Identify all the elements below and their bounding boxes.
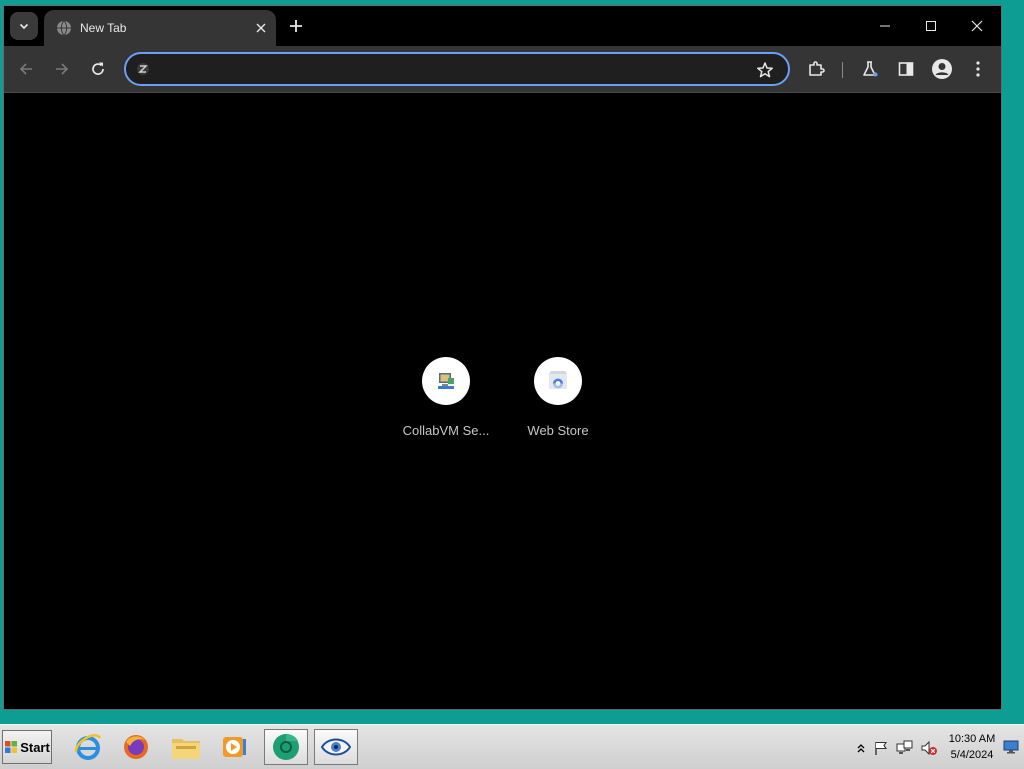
bookmark-button[interactable] (754, 59, 776, 81)
collabvm-icon (438, 373, 454, 389)
eye-icon (320, 738, 352, 756)
show-hidden-icons-button[interactable] (852, 739, 870, 757)
desktop: New Tab CollabVM Se... Web Store Start 1… (0, 0, 1024, 769)
maximize-button[interactable] (908, 6, 954, 46)
site-info-icon (137, 63, 149, 75)
action-center-button[interactable] (872, 739, 890, 757)
globe-icon (57, 20, 71, 36)
shortcut-icon-tile (422, 357, 470, 405)
media-player-icon (223, 737, 246, 757)
flag-icon (875, 741, 888, 755)
volume-button[interactable] (920, 739, 938, 757)
puzzle-icon (809, 61, 825, 76)
chevron-up-icon (857, 744, 865, 753)
shortcut-collabvm[interactable]: CollabVM Se... (390, 357, 502, 447)
taskbar-app-chrome[interactable] (264, 729, 308, 765)
side-panel-button[interactable] (892, 55, 920, 83)
minimize-icon (880, 25, 890, 27)
shortcut-icon-tile (534, 357, 582, 405)
reload-icon (92, 62, 104, 75)
star-icon (757, 62, 773, 78)
forward-button[interactable] (48, 55, 76, 83)
shortcut-web-store[interactable]: Web Store (502, 357, 614, 447)
file-explorer-icon (172, 739, 200, 759)
network-icon (896, 740, 913, 754)
browser-toolbar (4, 46, 1001, 93)
shortcut-label: CollabVM Se... (402, 423, 490, 438)
more-vert-icon (976, 61, 980, 77)
show-desktop-button[interactable] (1002, 739, 1020, 755)
webstore-icon (549, 371, 567, 389)
chrome-icon (273, 733, 299, 760)
address-input[interactable] (160, 59, 724, 81)
monitor-icon (1003, 740, 1019, 754)
minimize-button[interactable] (862, 6, 908, 46)
clock-date[interactable]: 5/4/2024 (946, 749, 998, 761)
chevron-down-icon (19, 23, 29, 30)
close-icon (256, 23, 266, 33)
avatar-icon (932, 59, 952, 79)
maximize-icon (926, 21, 936, 31)
tab-title: New Tab (80, 21, 127, 35)
system-tray: 10:30 AM 5/4/2024 (846, 727, 1024, 767)
window-close-button[interactable] (954, 6, 1000, 46)
internet-explorer-icon (74, 734, 102, 760)
shortcut-label: Web Store (527, 423, 589, 438)
network-button[interactable] (896, 739, 914, 757)
reload-button[interactable] (84, 55, 112, 83)
windows-logo-icon (5, 741, 18, 753)
new-tab-button[interactable] (284, 14, 308, 38)
plus-icon (290, 20, 302, 32)
browser-menu-button[interactable] (964, 55, 992, 83)
chrome-labs-button[interactable] (856, 55, 884, 83)
start-button[interactable]: Start (2, 730, 52, 764)
tab-close-button[interactable] (252, 19, 270, 37)
back-button[interactable] (12, 55, 40, 83)
volume-muted-icon (921, 740, 937, 756)
start-label: Start (20, 739, 50, 755)
close-icon (971, 20, 983, 32)
profile-button[interactable] (928, 55, 956, 83)
toolbar-divider (842, 62, 843, 78)
taskbar-app-file-explorer[interactable] (164, 729, 208, 765)
taskbar-app-firefox[interactable] (114, 729, 158, 765)
firefox-icon (124, 735, 148, 759)
side-panel-icon (898, 62, 914, 76)
tab-search-button[interactable] (10, 12, 38, 40)
browser-window: New Tab CollabVM Se... Web Store (3, 5, 1002, 710)
clock-time[interactable]: 10:30 AM (946, 733, 998, 745)
flask-icon (863, 61, 878, 77)
taskbar-app-viewer[interactable] (314, 729, 358, 765)
arrow-right-icon (56, 63, 69, 75)
taskbar: Start 10:30 AM 5/4/2024 (0, 724, 1024, 769)
taskbar-app-internet-explorer[interactable] (66, 729, 110, 765)
taskbar-app-media-player[interactable] (212, 729, 256, 765)
tab-new-tab[interactable]: New Tab (44, 10, 276, 46)
arrow-left-icon (19, 63, 32, 75)
address-bar[interactable] (124, 52, 790, 86)
extensions-button[interactable] (802, 55, 830, 83)
new-tab-page: CollabVM Se... Web Store (4, 93, 1001, 709)
tab-strip: New Tab (4, 6, 1001, 46)
